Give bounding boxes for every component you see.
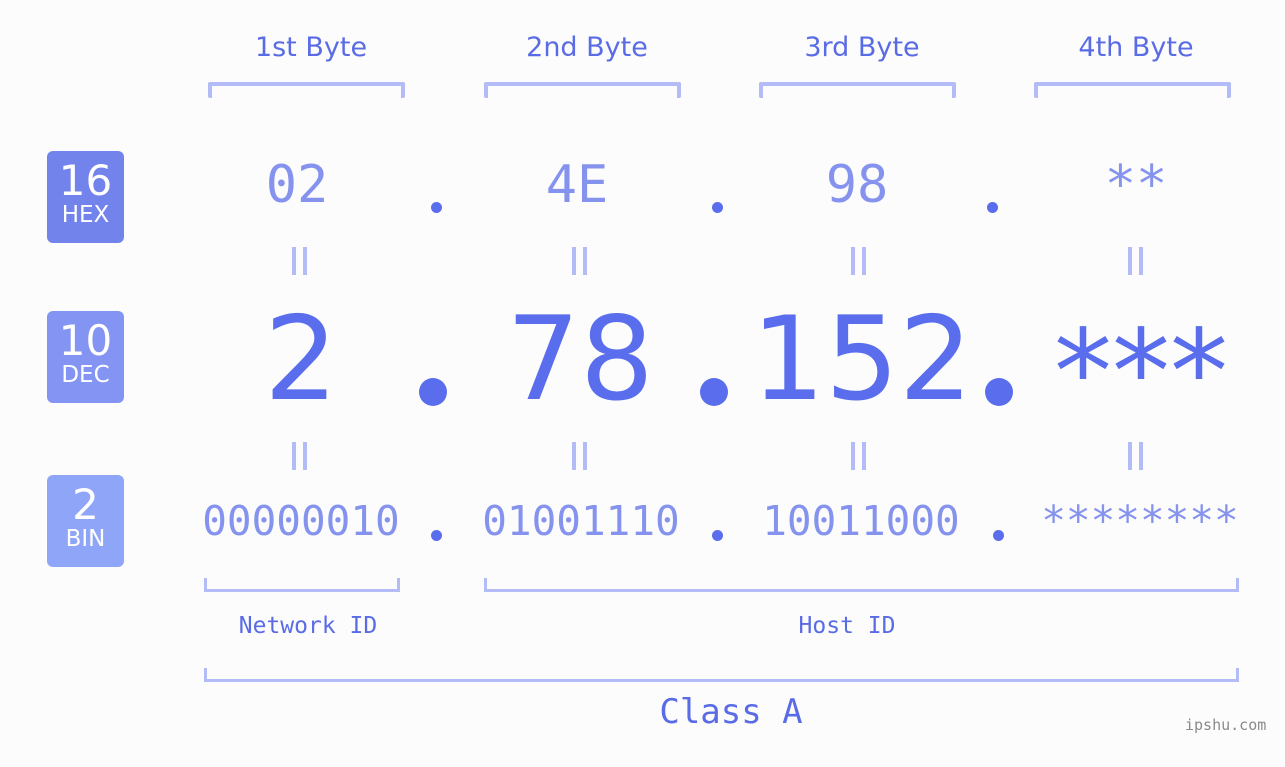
- dec-byte-3: 152: [751, 292, 973, 427]
- bin-base: 2: [72, 480, 99, 529]
- byte-header-3: 3rd Byte: [804, 32, 920, 63]
- dec-label: DEC: [61, 362, 110, 388]
- watermark: ipshu.com: [1185, 716, 1267, 734]
- bin-byte-2: 01001110: [482, 497, 680, 545]
- dec-byte-4: ***: [1054, 305, 1228, 440]
- bin-label: BIN: [65, 526, 106, 552]
- class-label: Class A: [659, 692, 803, 732]
- dec-dot-1: [419, 378, 447, 406]
- equals-icon: [1128, 247, 1143, 275]
- hex-badge: 16 HEX: [47, 151, 124, 243]
- equals-icon: [292, 247, 307, 275]
- bin-dot-3: [993, 530, 1004, 541]
- bin-dot-1: [431, 530, 442, 541]
- hex-dot-1: [431, 202, 442, 213]
- hex-base: 16: [58, 156, 113, 205]
- hex-byte-4: **: [1104, 155, 1168, 215]
- equals-icon: [1128, 442, 1143, 470]
- bin-byte-3: 10011000: [762, 497, 960, 545]
- byte-bracket-3: [759, 82, 956, 98]
- equals-icon: [851, 442, 866, 470]
- bin-badge: 2 BIN: [47, 475, 124, 567]
- hex-byte-3: 98: [825, 155, 889, 215]
- dec-dot-2: [700, 378, 728, 406]
- host-id-bracket: [484, 578, 1239, 592]
- dec-base: 10: [58, 316, 113, 365]
- dec-byte-1: 2: [264, 292, 338, 427]
- hex-dot-2: [712, 202, 723, 213]
- bin-byte-1: 00000010: [202, 497, 400, 545]
- byte-bracket-2: [484, 82, 681, 98]
- class-bracket: [204, 668, 1239, 682]
- hex-byte-1: 02: [265, 155, 329, 215]
- byte-bracket-1: [208, 82, 405, 98]
- byte-header-4: 4th Byte: [1078, 32, 1194, 63]
- dec-byte-2: 78: [506, 292, 654, 427]
- bin-dot-2: [712, 530, 723, 541]
- equals-icon: [572, 442, 587, 470]
- host-id-label: Host ID: [798, 613, 896, 639]
- dec-dot-3: [985, 378, 1013, 406]
- byte-bracket-4: [1034, 82, 1231, 98]
- equals-icon: [292, 442, 307, 470]
- hex-byte-2: 4E: [545, 155, 609, 215]
- hex-dot-3: [987, 202, 998, 213]
- byte-header-2: 2nd Byte: [526, 32, 648, 63]
- equals-icon: [572, 247, 587, 275]
- equals-icon: [851, 247, 866, 275]
- network-id-label: Network ID: [238, 613, 378, 639]
- network-id-bracket: [204, 578, 400, 592]
- hex-label: HEX: [61, 202, 110, 228]
- dec-badge: 10 DEC: [47, 311, 124, 403]
- byte-header-1: 1st Byte: [254, 32, 368, 63]
- bin-byte-4: ********: [1041, 497, 1239, 545]
